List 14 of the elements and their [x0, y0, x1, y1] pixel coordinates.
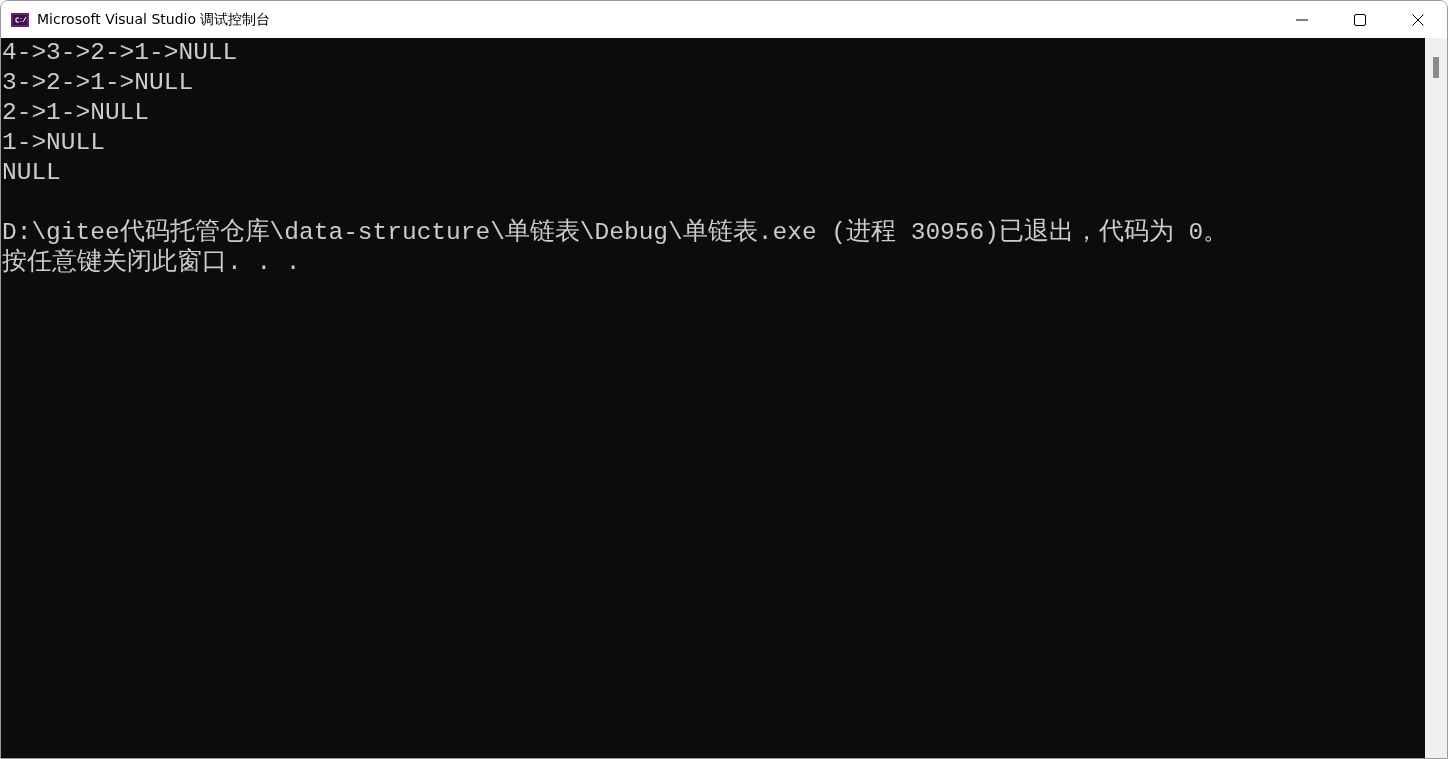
- minimize-icon[interactable]: [1296, 18, 1308, 21]
- app-icon: [11, 12, 29, 27]
- console-line: D:\gitee代码托管仓库\data-structure\单链表\Debug\单链表.exe (进程 30956)已退出，代码为 0。: [2, 218, 1229, 248]
- close-icon[interactable]: [1412, 13, 1424, 26]
- console-line: 3->2->1->NULL: [2, 68, 194, 98]
- console-line: 1->NULL: [2, 128, 105, 158]
- console-line: 4->3->2->1->NULL: [2, 38, 238, 68]
- window-title: Microsoft Visual Studio 调试控制台: [37, 10, 271, 29]
- scrollbar-thumb[interactable]: [1433, 57, 1439, 78]
- console-line: NULL: [2, 158, 61, 188]
- console-line: 按任意键关闭此窗口. . .: [2, 248, 301, 278]
- scrollbar[interactable]: [1425, 38, 1447, 758]
- maximize-icon[interactable]: [1354, 13, 1366, 26]
- console-line: 2->1->NULL: [2, 98, 150, 128]
